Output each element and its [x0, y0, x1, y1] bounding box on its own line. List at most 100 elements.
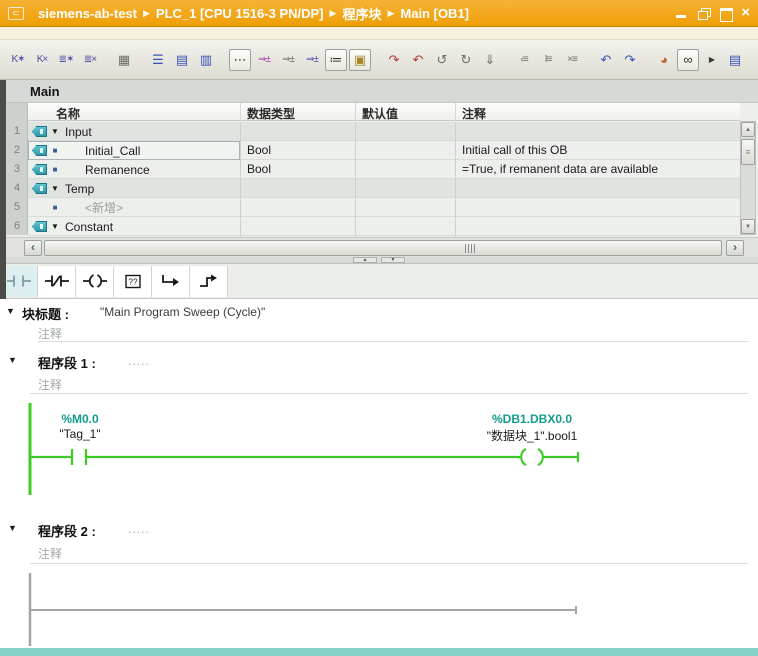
network1-title[interactable]: 程序段 1 : — [38, 353, 96, 372]
open-branch-icon[interactable] — [152, 266, 190, 297]
add-new-placeholder[interactable]: <新增> — [63, 199, 123, 217]
horizontal-scroll-thumb[interactable] — [44, 240, 722, 256]
var-datatype[interactable] — [241, 122, 356, 141]
collapse-network2-icon[interactable]: ▼ — [8, 523, 17, 533]
scroll-right-icon[interactable]: › — [726, 240, 744, 256]
minimize-icon[interactable] — [675, 8, 688, 19]
var-name[interactable]: Initial_Call — [63, 142, 140, 160]
var-name[interactable]: Remanence — [63, 161, 150, 179]
delete-network-icon[interactable]: K× — [31, 49, 53, 71]
var-comment[interactable] — [456, 198, 740, 217]
keep-actual-values-icon[interactable]: ▦ — [113, 49, 135, 71]
collapse-block-title-icon[interactable]: ▼ — [6, 306, 15, 316]
redo-icon[interactable]: ↷ — [619, 49, 641, 71]
insert-network-icon[interactable]: K✶ — [7, 49, 29, 71]
table-row[interactable]: ▼ Constant — [28, 217, 740, 236]
expander-icon[interactable]: ▼ — [47, 180, 63, 198]
breadcrumb-main-ob1[interactable]: Main [OB1] — [400, 6, 469, 21]
empty-box-icon[interactable]: ?? — [114, 266, 152, 297]
scroll-left-icon[interactable]: ‹ — [24, 240, 42, 256]
upload-snapshot-icon[interactable]: ↺ — [431, 49, 453, 71]
insert-output-icon[interactable]: ⇒± — [277, 49, 299, 71]
network1-comment-placeholder[interactable]: 注释 — [38, 376, 62, 393]
maximize-icon[interactable] — [719, 8, 732, 19]
network2-title[interactable]: 程序段 2 : — [38, 521, 96, 540]
contact-nc-icon[interactable] — [38, 266, 76, 297]
column-header-datatype[interactable]: 数据类型 — [241, 103, 356, 121]
assignment-list-icon[interactable]: I≡ — [537, 49, 559, 71]
splitter-collapse-up-icon[interactable]: ▲ — [353, 257, 377, 263]
download-to-device-icon[interactable]: ⇓ — [479, 49, 501, 71]
column-header-comment[interactable]: 注释 — [456, 103, 740, 121]
splitter-collapse-down-icon[interactable]: ▼ — [381, 257, 405, 263]
var-name[interactable]: Temp — [63, 180, 94, 198]
next-error-icon[interactable]: ↷ — [383, 49, 405, 71]
coil-icon[interactable] — [76, 266, 114, 297]
scroll-up-icon[interactable]: ▲ — [741, 122, 755, 137]
detail-view-icon[interactable]: ▤ — [724, 49, 746, 71]
network2-comment-placeholder[interactable]: 注释 — [38, 545, 62, 562]
expander-icon[interactable]: ▼ — [47, 218, 63, 236]
breadcrumb-plc[interactable]: PLC_1 [CPU 1516-3 PN/DP] — [156, 6, 324, 21]
column-header-name[interactable]: 名称 — [28, 103, 241, 121]
table-vertical-scrollbar[interactable]: ▲ ≡ ▼ — [740, 121, 756, 235]
collapse-network1-icon[interactable]: ▼ — [8, 355, 17, 365]
table-row[interactable]: ■ Initial_Call Bool Initial call of this… — [28, 141, 740, 160]
monitoring-icon[interactable]: ∞ — [677, 49, 699, 71]
insert-empty-box-icon[interactable]: ▣ — [349, 49, 371, 71]
display-format-icon[interactable]: ≔ — [325, 49, 347, 71]
close-branch-icon[interactable] — [190, 266, 228, 297]
network1-title-placeholder[interactable]: ..... — [128, 354, 150, 368]
table-row[interactable]: ■ <新增> — [28, 198, 740, 217]
var-datatype[interactable]: Bool — [241, 160, 356, 179]
expand-all-networks-icon[interactable]: ▤ — [171, 49, 193, 71]
expander-icon[interactable]: ▼ — [47, 123, 63, 141]
var-comment[interactable] — [456, 179, 740, 198]
var-default[interactable] — [356, 122, 456, 141]
undo-icon[interactable]: ↶ — [595, 49, 617, 71]
insert-inout-icon[interactable]: ⇒± — [301, 49, 323, 71]
insert-row-icon[interactable]: ≣✶ — [55, 49, 77, 71]
var-default[interactable] — [356, 217, 456, 236]
var-comment[interactable] — [456, 122, 740, 141]
network2-title-placeholder[interactable]: ..... — [128, 522, 150, 536]
var-default[interactable] — [356, 141, 456, 160]
network-comments-icon[interactable]: ⋯ — [229, 49, 251, 71]
restore-icon[interactable] — [697, 8, 710, 19]
var-name[interactable]: Constant — [63, 218, 113, 236]
column-header-default[interactable]: 默认值 — [356, 103, 456, 121]
coil-tag-name[interactable]: "数据块_1".bool1 — [452, 427, 612, 444]
block-comment-placeholder[interactable]: 注释 — [38, 325, 62, 342]
overflow-icon[interactable]: ▶ — [701, 49, 723, 71]
var-comment[interactable]: =True, if remanent data are available — [456, 160, 740, 179]
previous-error-icon[interactable]: ↶ — [407, 49, 429, 71]
cross-reference-icon[interactable]: ◕ — [653, 49, 675, 71]
pane-splitter[interactable]: ▲ ▼ — [0, 257, 758, 264]
var-comment[interactable]: Initial call of this OB — [456, 141, 740, 160]
download-snapshot-icon[interactable]: ↻ — [455, 49, 477, 71]
remove-structure-icon[interactable]: ×≡ — [561, 49, 583, 71]
table-row[interactable]: ▼ Temp — [28, 179, 740, 198]
network2-rung[interactable] — [0, 571, 758, 648]
call-structure-icon[interactable]: ‹≡ — [513, 49, 535, 71]
var-datatype[interactable] — [241, 179, 356, 198]
delete-row-icon[interactable]: ≣× — [79, 49, 101, 71]
breadcrumb-program-blocks[interactable]: 程序块 — [342, 4, 381, 23]
var-datatype[interactable] — [241, 217, 356, 236]
var-name[interactable]: Input — [63, 123, 92, 141]
var-datatype[interactable] — [241, 198, 356, 217]
table-row[interactable]: ■ Remanence Bool =True, if remanent data… — [28, 160, 740, 179]
scroll-down-icon[interactable]: ▼ — [741, 219, 755, 234]
vertical-scroll-thumb[interactable]: ≡ — [741, 139, 755, 165]
var-comment[interactable] — [456, 217, 740, 236]
collapse-all-networks-icon[interactable]: ▥ — [195, 49, 217, 71]
contact-tag-name[interactable]: "Tag_1" — [30, 427, 130, 441]
insert-input-icon[interactable]: ⇒± — [253, 49, 275, 71]
block-title-value[interactable]: "Main Program Sweep (Cycle)" — [100, 305, 265, 319]
table-horizontal-scrollbar[interactable]: ‹ › — [0, 237, 758, 257]
breadcrumb-project[interactable]: siemens-ab-test — [38, 6, 137, 21]
close-icon[interactable]: × — [741, 8, 750, 19]
coil-address[interactable]: %DB1.DBX0.0 — [462, 412, 602, 426]
contact-address[interactable]: %M0.0 — [30, 412, 130, 426]
var-default[interactable] — [356, 179, 456, 198]
